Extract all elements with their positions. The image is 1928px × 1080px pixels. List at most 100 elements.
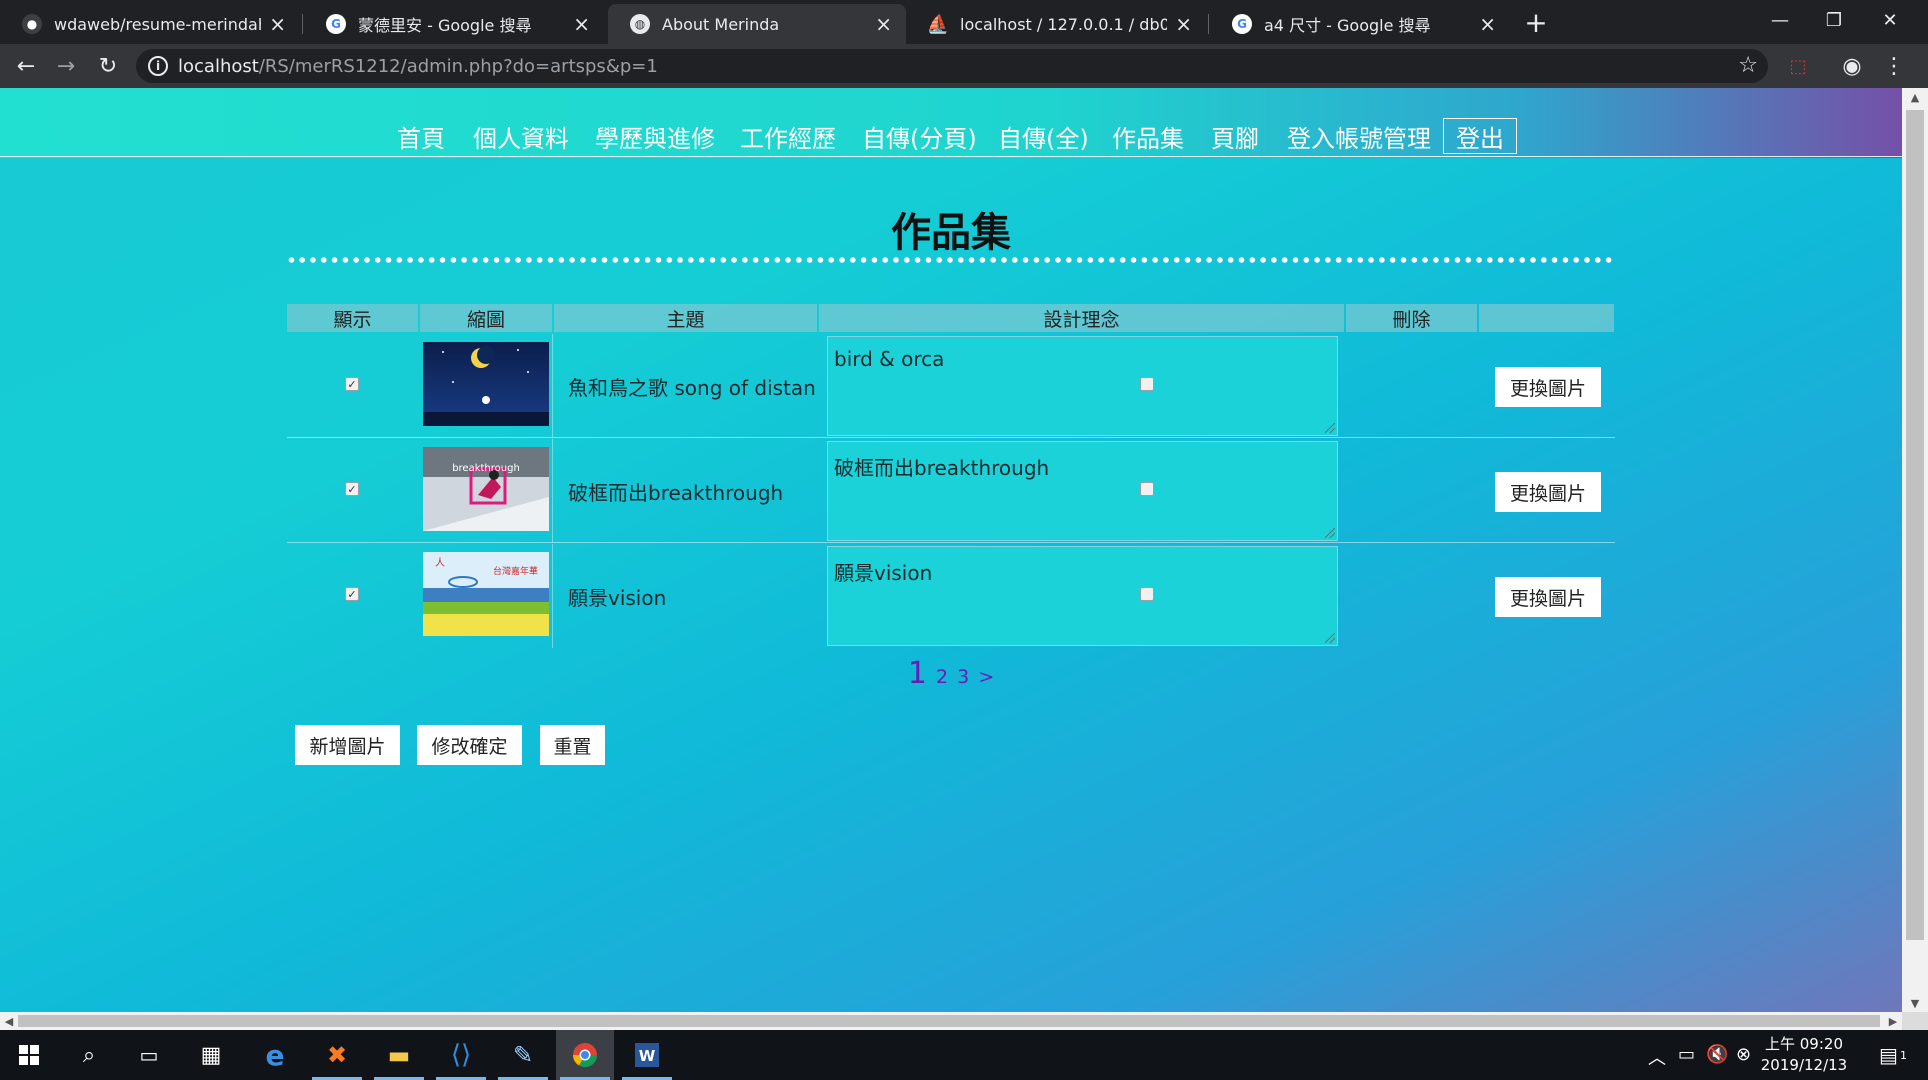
chrome-icon[interactable]: [556, 1030, 614, 1080]
profile-icon[interactable]: ◉: [1836, 50, 1868, 82]
browser-tab-strip: ● wdaweb/resume-merindahong × G 蒙德里安 - G…: [0, 0, 1928, 44]
header-thumbnail: 縮圖: [420, 304, 552, 332]
scroll-right-icon[interactable]: ▶: [1884, 1012, 1902, 1030]
delete-checkbox[interactable]: [1140, 377, 1154, 391]
change-image-button[interactable]: 更換圖片: [1495, 577, 1601, 617]
tab-title: wdaweb/resume-merindahong: [54, 14, 261, 34]
nav-item-work[interactable]: 工作經歷: [740, 118, 836, 154]
change-image-button[interactable]: 更換圖片: [1495, 472, 1601, 512]
file-explorer-icon[interactable]: ▬: [370, 1030, 428, 1080]
edge-icon[interactable]: e: [246, 1030, 304, 1080]
tray-overflow-icon[interactable]: ︿: [1648, 1044, 1666, 1070]
tab-phpmyadmin[interactable]: ⛵ localhost / 127.0.0.1 / db04 / w ×: [906, 4, 1206, 44]
new-tab-button[interactable]: +: [1520, 6, 1552, 39]
restore-icon[interactable]: ❐: [1806, 0, 1862, 40]
close-icon[interactable]: ×: [1479, 12, 1496, 36]
nav-item-education[interactable]: 學歷與進修: [595, 118, 715, 154]
scroll-up-icon[interactable]: ▲: [1902, 88, 1928, 106]
vision-thumb-text: 台灣嘉年華: [493, 565, 538, 577]
windows-taskbar: ⌕ ▭ ▦ e ✖ ▬ ⟨⟩ ✎ W ︿ ▭ 🔇 ⊗ 上午 09:20 2019…: [0, 1030, 1928, 1080]
tab-google-search-1[interactable]: G 蒙德里安 - Google 搜尋 ×: [304, 4, 604, 44]
svg-text:人: 人: [435, 557, 445, 569]
main-nav: 首頁 個人資料 學歷與進修 工作經歷 自傳(分頁) 自傳(全) 作品集 頁腳 登…: [0, 118, 1902, 158]
windows-start-icon[interactable]: [0, 1030, 58, 1080]
vertical-scroll-thumb[interactable]: [1906, 110, 1924, 940]
browser-toolbar: ← → ↻ i localhost/RS/merRS1212/admin.php…: [0, 44, 1928, 88]
github-icon: ●: [22, 14, 42, 34]
clock-time: 上午 09:20: [1765, 1035, 1843, 1053]
breakthrough-thumb-text: breakthrough: [452, 463, 520, 474]
task-view-icon[interactable]: ▭: [120, 1030, 178, 1080]
network-icon[interactable]: ▭: [1678, 1044, 1695, 1065]
close-icon[interactable]: ×: [269, 12, 286, 36]
page-current: 1: [907, 656, 927, 691]
search-icon[interactable]: ⌕: [60, 1030, 118, 1080]
google-icon: G: [326, 14, 346, 34]
change-image-button[interactable]: 更換圖片: [1495, 367, 1601, 407]
menu-icon[interactable]: ⋮: [1878, 50, 1910, 82]
address-bar[interactable]: i localhost/RS/merRS1212/admin.php?do=ar…: [136, 49, 1768, 83]
page-link-3[interactable]: 3: [957, 666, 969, 688]
nav-item-profile[interactable]: 個人資料: [473, 118, 569, 154]
nav-item-footer[interactable]: 頁腳: [1211, 118, 1259, 154]
nav-item-portfolio[interactable]: 作品集: [1112, 118, 1184, 154]
concept-textarea[interactable]: 破框而出breakthrough: [827, 441, 1338, 541]
page-viewport: 首頁 個人資料 學歷與進修 工作經歷 自傳(分頁) 自傳(全) 作品集 頁腳 登…: [0, 88, 1902, 1012]
confirm-edit-button[interactable]: 修改確定: [417, 725, 522, 765]
nav-item-bio-paged[interactable]: 自傳(分頁): [862, 118, 977, 154]
notification-center-icon[interactable]: ▤ 1: [1864, 1030, 1922, 1080]
forward-icon[interactable]: →: [50, 50, 82, 82]
close-icon[interactable]: ×: [875, 12, 892, 36]
add-image-button[interactable]: 新增圖片: [295, 725, 400, 765]
clock[interactable]: 上午 09:20 2019/12/13: [1756, 1034, 1852, 1076]
concept-textarea[interactable]: 願景vision: [827, 546, 1338, 646]
minimize-icon[interactable]: —: [1752, 0, 1808, 40]
alert-icon[interactable]: ⊗: [1736, 1044, 1751, 1065]
horizontal-scrollbar[interactable]: ◀ ▶: [0, 1012, 1902, 1030]
header-subject: 主題: [554, 304, 817, 332]
tab-github[interactable]: ● wdaweb/resume-merindahong ×: [0, 4, 300, 44]
vscode-icon[interactable]: ⟨⟩: [432, 1030, 490, 1080]
table-row: ✓ 魚和鳥之歌 song of distan bird & orca 更換圖片: [287, 334, 1615, 438]
close-icon[interactable]: ×: [573, 12, 590, 36]
page-next-link[interactable]: >: [978, 666, 994, 688]
bookmark-star-icon[interactable]: ☆: [1738, 53, 1758, 78]
concept-textarea[interactable]: bird & orca: [827, 336, 1338, 436]
back-icon[interactable]: ←: [10, 50, 42, 82]
info-icon[interactable]: i: [148, 56, 168, 76]
scroll-down-icon[interactable]: ▼: [1902, 994, 1928, 1012]
word-icon[interactable]: W: [618, 1030, 676, 1080]
subject-text: 破框而出breakthrough: [568, 481, 784, 505]
tab-title: localhost / 127.0.0.1 / db04 / w: [960, 14, 1168, 34]
phpmyadmin-icon: ⛵: [926, 13, 950, 35]
show-checkbox[interactable]: ✓: [345, 482, 359, 496]
show-checkbox[interactable]: ✓: [345, 377, 359, 391]
reset-button[interactable]: 重置: [540, 725, 605, 765]
volume-muted-icon[interactable]: 🔇: [1706, 1044, 1728, 1065]
scroll-left-icon[interactable]: ◀: [0, 1012, 18, 1030]
vertical-scrollbar[interactable]: ▲ ▼: [1902, 88, 1928, 1012]
paint-icon[interactable]: ✎: [494, 1030, 552, 1080]
moon-night-image: [423, 342, 549, 426]
xampp-icon[interactable]: ✖: [308, 1030, 366, 1080]
close-icon[interactable]: ×: [1175, 12, 1192, 36]
nav-item-home[interactable]: 首頁: [397, 118, 445, 154]
nav-item-bio-full[interactable]: 自傳(全): [998, 118, 1089, 154]
tab-about-merinda[interactable]: ◍ About Merinda ×: [608, 4, 906, 44]
window-close-icon[interactable]: ✕: [1862, 0, 1918, 40]
reload-icon[interactable]: ↻: [92, 50, 124, 82]
calculator-icon[interactable]: ▦: [182, 1030, 240, 1080]
logout-button[interactable]: 登出: [1443, 118, 1517, 154]
pdf-extension-icon[interactable]: ⬚: [1782, 50, 1814, 82]
delete-checkbox[interactable]: [1140, 482, 1154, 496]
delete-checkbox[interactable]: [1140, 587, 1154, 601]
show-checkbox[interactable]: ✓: [345, 587, 359, 601]
page-link-2[interactable]: 2: [936, 666, 948, 688]
nav-item-account[interactable]: 登入帳號管理: [1287, 118, 1431, 154]
tab-google-search-2[interactable]: G a4 尺寸 - Google 搜尋 ×: [1210, 4, 1510, 44]
subject-text: 魚和鳥之歌 song of distan: [568, 376, 816, 400]
scrollbar-corner: [1902, 1012, 1928, 1030]
ski-breakthrough-image: breakthrough: [423, 447, 549, 531]
horizontal-scroll-thumb[interactable]: [18, 1015, 1880, 1027]
subject-text: 願景vision: [568, 586, 667, 610]
